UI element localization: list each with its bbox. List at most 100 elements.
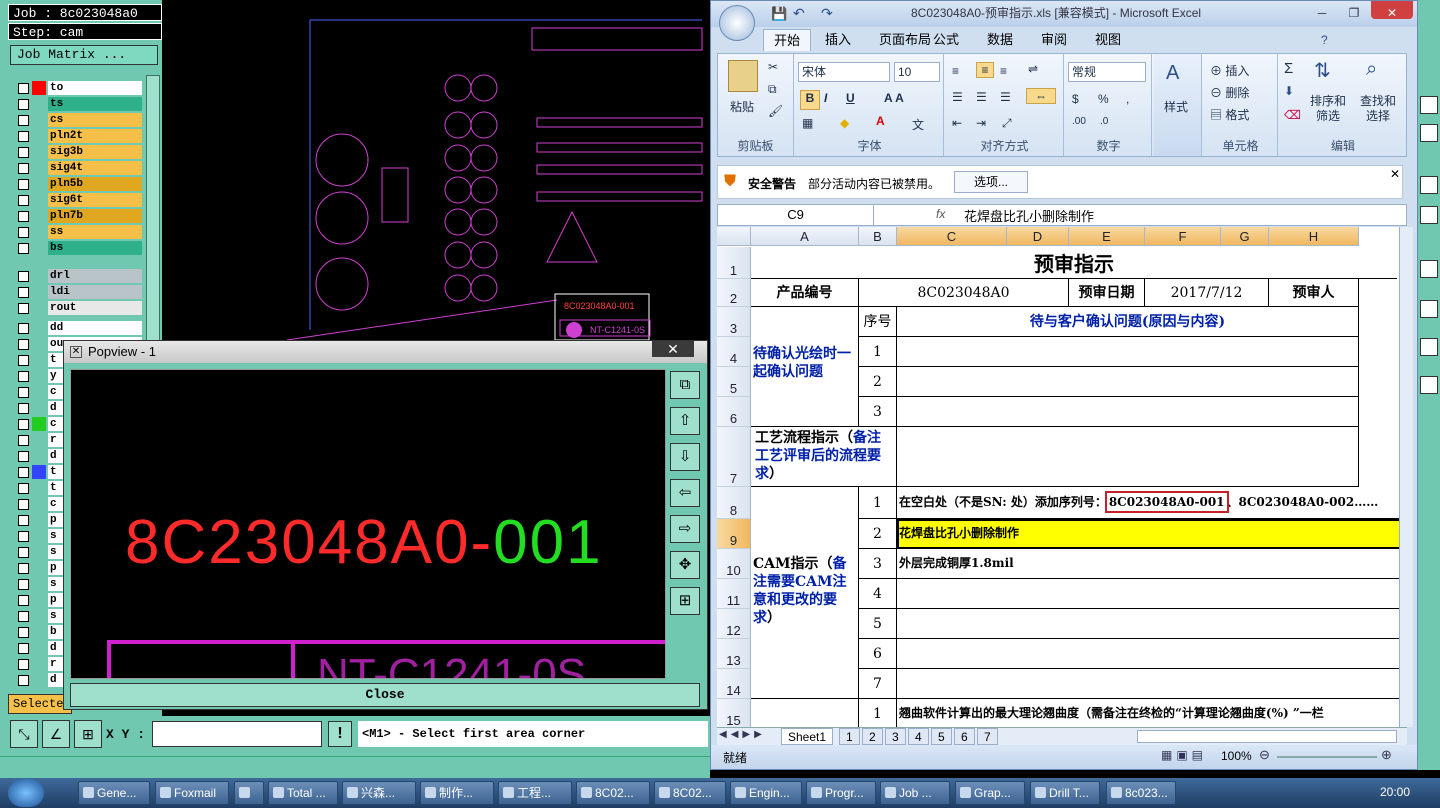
- underline-button[interactable]: U: [846, 91, 855, 105]
- font-color-icon[interactable]: A: [876, 114, 885, 128]
- sheet-tab[interactable]: 5: [931, 728, 952, 745]
- column-header[interactable]: C: [897, 227, 1007, 246]
- column-header[interactable]: B: [859, 227, 897, 246]
- layer-checkbox[interactable]: [18, 451, 29, 462]
- row-header[interactable]: 15: [717, 699, 751, 727]
- layer-checkbox[interactable]: [18, 467, 29, 478]
- fill-color-icon[interactable]: ◆: [840, 116, 849, 130]
- column-header[interactable]: D: [1007, 227, 1069, 246]
- excel-close-icon[interactable]: ✕: [1371, 1, 1413, 20]
- popview-canvas[interactable]: 8C23048A0-001 NT-C1241-0S: [70, 369, 666, 679]
- layer-row[interactable]: ss: [12, 224, 142, 240]
- row-header[interactable]: 10: [717, 549, 751, 579]
- warning-close-icon[interactable]: ✕: [1390, 167, 1400, 181]
- taskbar-item[interactable]: Drill T...: [1030, 781, 1100, 805]
- taskbar-item[interactable]: 8C02...: [654, 781, 726, 805]
- save-icon[interactable]: 💾: [771, 2, 787, 26]
- layer-name[interactable]: bs: [48, 241, 142, 255]
- layer-row[interactable]: cs: [12, 112, 142, 128]
- cell-a-cam[interactable]: CAM指示（备注需要CAM注意和更改的要求）: [751, 487, 859, 699]
- layer-checkbox[interactable]: [18, 179, 29, 190]
- cell-c2[interactable]: 8C023048A0: [859, 279, 1069, 307]
- cell-c8[interactable]: 在空白处（不是SN: 处）添加序列号： 8C023048A0-001 、8C0230…: [897, 487, 1401, 519]
- sheet-tab[interactable]: 1: [839, 728, 860, 745]
- layer-name[interactable]: sig3b: [48, 145, 142, 159]
- view-buttons[interactable]: ▦▣▤: [1161, 748, 1207, 762]
- row-header[interactable]: 6: [717, 397, 751, 427]
- layer-row[interactable]: pln2t: [12, 128, 142, 144]
- ribbon-tab[interactable]: 审阅: [1031, 29, 1077, 51]
- office-button[interactable]: [719, 5, 755, 41]
- delete-cells-button[interactable]: ⊖ 删除: [1210, 84, 1249, 101]
- cell-c3[interactable]: 待与客户确认问题(原因与内容): [897, 307, 1359, 337]
- cell-b10[interactable]: 3: [859, 549, 897, 579]
- layer-checkbox[interactable]: [18, 675, 29, 686]
- popview-close-button[interactable]: Close: [70, 683, 700, 707]
- row-header[interactable]: 4: [717, 337, 751, 367]
- ribbon-tab[interactable]: 插入: [815, 29, 861, 51]
- row-header[interactable]: 3: [717, 307, 751, 337]
- row-header[interactable]: 12: [717, 609, 751, 639]
- pan-down-icon[interactable]: ⇩: [670, 443, 700, 471]
- grid-icon[interactable]: ⊞: [74, 720, 102, 748]
- align-center-icon[interactable]: ☰: [976, 90, 987, 104]
- layer-row[interactable]: sig6t: [12, 192, 142, 208]
- layer-checkbox[interactable]: [18, 271, 29, 282]
- layer-checkbox[interactable]: [18, 99, 29, 110]
- layer-row[interactable]: pln5b: [12, 176, 142, 192]
- tool-icon-2[interactable]: [1420, 124, 1438, 142]
- align-left-icon[interactable]: ☰: [952, 90, 963, 104]
- layer-row[interactable]: rout: [12, 300, 142, 316]
- sheet-tab[interactable]: 7: [977, 728, 998, 745]
- sort-filter-icon[interactable]: ⇅: [1314, 58, 1331, 83]
- layer-checkbox[interactable]: [18, 643, 29, 654]
- alert-button[interactable]: !: [328, 721, 352, 747]
- layer-name[interactable]: cs: [48, 113, 142, 127]
- pan-right-icon[interactable]: ⇨: [670, 515, 700, 543]
- comma-icon[interactable]: ,: [1126, 92, 1129, 106]
- cell-c4[interactable]: [897, 337, 1359, 367]
- worksheet-grid[interactable]: 预审指示 产品编号 8C023048A0 预审日期 2017/7/12 预审人 …: [717, 227, 1401, 727]
- orientation-icon[interactable]: ⤢: [1002, 116, 1012, 131]
- find-icon[interactable]: ⌕: [1366, 58, 1377, 81]
- name-box[interactable]: C9: [718, 205, 874, 225]
- pan-left-icon[interactable]: ⇦: [670, 479, 700, 507]
- font-name-select[interactable]: 宋体: [798, 62, 890, 82]
- sheet-tab[interactable]: 3: [885, 728, 906, 745]
- layer-row[interactable]: bs: [12, 240, 142, 256]
- job-matrix-button[interactable]: Job Matrix ...: [10, 45, 158, 65]
- layer-row[interactable]: ldi: [12, 284, 142, 300]
- layer-checkbox[interactable]: [18, 131, 29, 142]
- zoom-out-icon[interactable]: ⊖: [1259, 747, 1270, 763]
- cell-b3[interactable]: 序号: [859, 307, 897, 337]
- warning-options-button[interactable]: 选项...: [954, 171, 1028, 193]
- align-right-icon[interactable]: ☰: [1000, 90, 1011, 104]
- layer-name[interactable]: dd: [48, 321, 142, 335]
- cut-icon[interactable]: ✂: [768, 60, 778, 74]
- italic-button[interactable]: I: [824, 91, 827, 105]
- row-header[interactable]: 8: [717, 487, 751, 519]
- fit-view-icon[interactable]: ⊞: [670, 587, 700, 615]
- sheet-tab[interactable]: 6: [954, 728, 975, 745]
- layer-name[interactable]: ss: [48, 225, 142, 239]
- row-header[interactable]: 9: [717, 519, 751, 549]
- layer-checkbox[interactable]: [18, 659, 29, 670]
- layer-checkbox[interactable]: [18, 483, 29, 494]
- layer-checkbox[interactable]: [18, 387, 29, 398]
- styles-group[interactable]: A 样式: [1154, 54, 1202, 156]
- taskbar-item[interactable]: 兴森...: [342, 781, 416, 805]
- layer-name[interactable]: ldi: [48, 285, 142, 299]
- cell-b12[interactable]: 5: [859, 609, 897, 639]
- layer-checkbox[interactable]: [18, 195, 29, 206]
- merge-center-icon[interactable]: ⇔: [1026, 88, 1056, 104]
- increase-decimal-icon[interactable]: .00: [1072, 116, 1086, 127]
- taskbar-item[interactable]: Grap...: [955, 781, 1025, 805]
- taskbar-item[interactable]: Engin...: [730, 781, 802, 805]
- ribbon-tab[interactable]: 公式: [923, 29, 969, 51]
- layer-checkbox[interactable]: [18, 627, 29, 638]
- layer-checkbox[interactable]: [18, 303, 29, 314]
- fx-icon[interactable]: fx: [936, 207, 945, 221]
- row-header[interactable]: 14: [717, 669, 751, 699]
- cell-b4[interactable]: 1: [859, 337, 897, 367]
- minimize-icon[interactable]: ─: [1307, 1, 1337, 20]
